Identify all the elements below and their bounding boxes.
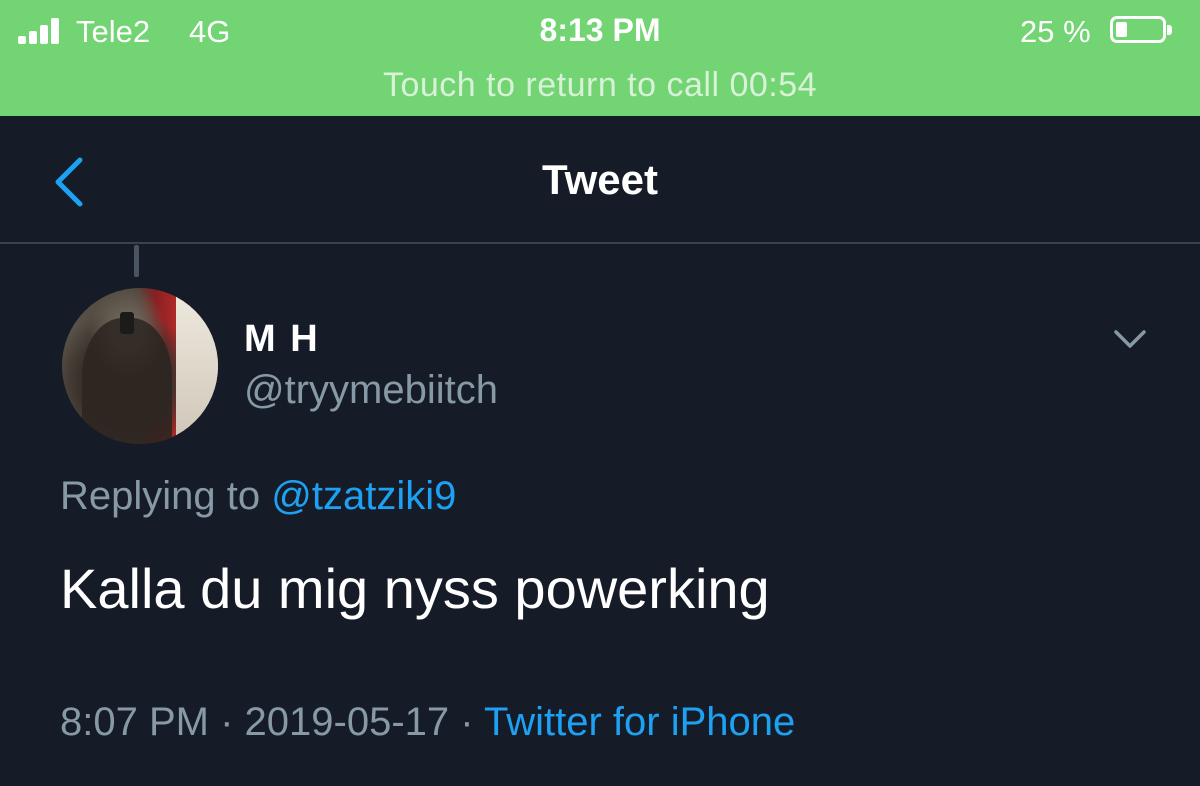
meta-separator: · xyxy=(460,700,474,744)
tweet-source-link[interactable]: Twitter for iPhone xyxy=(484,700,795,744)
battery-icon xyxy=(1110,16,1172,43)
author-name[interactable]: M H xyxy=(244,318,320,361)
avatar-phone xyxy=(120,312,134,334)
tweet-time: 8:07 PM xyxy=(60,700,209,744)
battery-fill xyxy=(1116,22,1127,37)
status-bar: Tele2 4G 8:13 PM 25 % Touch to return to… xyxy=(0,0,1200,116)
page-title: Tweet xyxy=(542,156,658,203)
replying-to-line: Replying to @tzatziki9 xyxy=(60,474,456,519)
replying-to-mention[interactable]: @tzatziki9 xyxy=(271,474,456,518)
tweet-meta: 8:07 PM · 2019-05-17 · Twitter for iPhon… xyxy=(60,700,795,745)
tweet-text: Kalla du mig nyss powerking xyxy=(60,557,770,620)
battery-nub xyxy=(1167,25,1172,35)
meta-separator: · xyxy=(220,700,234,744)
tweet-date: 2019-05-17 xyxy=(244,700,450,744)
battery-percent: 25 % xyxy=(1020,14,1091,49)
nav-bar: Tweet xyxy=(0,116,1200,244)
status-row: Tele2 4G 8:13 PM 25 % xyxy=(0,0,1200,62)
avatar-background xyxy=(176,288,218,444)
chevron-down-icon xyxy=(1114,330,1146,348)
thread-connector xyxy=(134,245,139,277)
replying-prefix: Replying to xyxy=(60,474,261,518)
avatar[interactable] xyxy=(62,288,218,444)
tweet-menu-button[interactable] xyxy=(1110,324,1150,354)
return-to-call-banner[interactable]: Touch to return to call 00:54 xyxy=(0,66,1200,105)
avatar-figure xyxy=(82,318,172,444)
author-handle[interactable]: @tryymebiitch xyxy=(244,368,498,413)
